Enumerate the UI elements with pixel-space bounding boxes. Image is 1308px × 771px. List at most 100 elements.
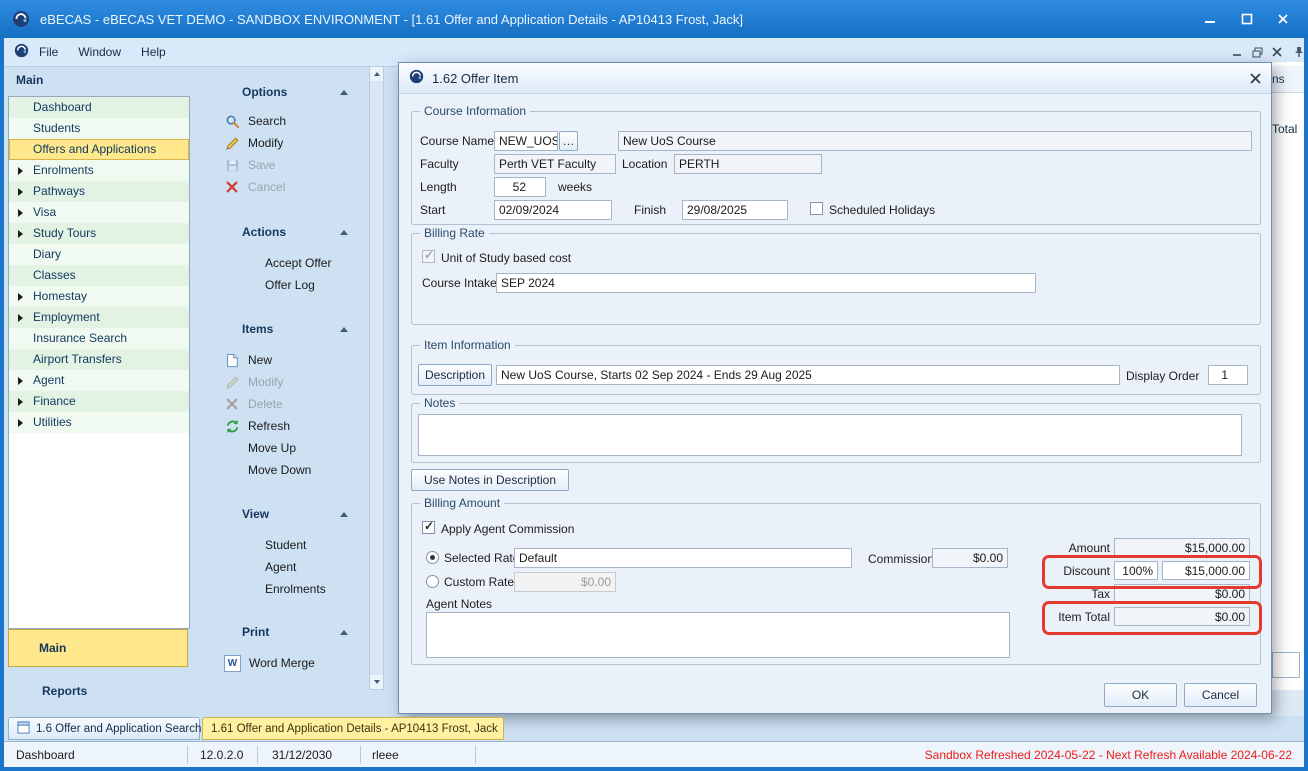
menu-help[interactable]: Help — [131, 41, 176, 63]
description-input[interactable]: New UoS Course, Starts 02 Sep 2024 - End… — [496, 365, 1120, 385]
cancel-button[interactable]: Cancel — [1184, 683, 1257, 707]
billing-amount-legend: Billing Amount — [420, 496, 504, 511]
course-intake-combo[interactable]: SEP 2024 — [496, 273, 1036, 293]
view-student-button[interactable]: Student — [265, 536, 306, 554]
status-section: Dashboard — [16, 742, 75, 768]
collapse-icon[interactable] — [340, 630, 348, 635]
sidebar-item-label: Classes — [33, 268, 76, 282]
start-date-combo[interactable]: 02/09/2024 — [494, 200, 612, 220]
course-information-legend: Course Information — [420, 104, 530, 119]
sidebar-item-finance[interactable]: Finance — [9, 391, 189, 412]
course-information-group: Course Information Course Name NEW_UOS …… — [411, 111, 1261, 225]
item-new-button[interactable]: New — [224, 351, 272, 369]
modify-button[interactable]: Modify — [224, 134, 283, 152]
sidebar-item-dashboard[interactable]: Dashboard — [9, 97, 189, 118]
item-refresh-button[interactable]: Refresh — [224, 417, 290, 435]
tool-panel-scrollbar[interactable] — [369, 66, 384, 690]
custom-rate-radio[interactable] — [426, 575, 439, 588]
collapse-icon[interactable] — [340, 327, 348, 332]
accept-offer-button[interactable]: Accept Offer — [265, 254, 331, 272]
faculty-display: Perth VET Faculty — [494, 154, 616, 174]
scroll-down-icon[interactable] — [370, 675, 383, 689]
search-icon — [224, 113, 240, 129]
view-agent-button[interactable]: Agent — [265, 558, 296, 576]
dialog-close-icon[interactable] — [1250, 73, 1261, 84]
sidebar-item-study-tours[interactable]: Study Tours — [9, 223, 189, 244]
sidebar-item-label: Offers and Applications — [33, 142, 156, 156]
move-up-button[interactable]: Move Up — [248, 439, 296, 457]
search-button[interactable]: Search — [224, 112, 286, 130]
menu-file[interactable]: File — [29, 41, 68, 63]
menu-window[interactable]: Window — [68, 41, 131, 63]
expand-icon — [18, 314, 23, 322]
refresh-icon — [224, 418, 240, 434]
course-browse-button[interactable]: … — [559, 131, 578, 151]
sidebar-item-employment[interactable]: Employment — [9, 307, 189, 328]
save-icon — [224, 157, 240, 173]
background-total-column-header: Total — [1272, 122, 1297, 136]
sidebar-item-airport-transfers[interactable]: Airport Transfers — [9, 349, 189, 370]
tab-offer-and-application-details[interactable]: 1.61 Offer and Application Details - AP1… — [202, 717, 504, 740]
view-enrolments-button[interactable]: Enrolments — [265, 580, 326, 598]
ok-button[interactable]: OK — [1104, 683, 1177, 707]
sidebar-item-offers-and-applications[interactable]: Offers and Applications — [9, 139, 189, 160]
scheduled-holidays-checkbox[interactable] — [810, 202, 823, 215]
sidebar-item-utilities[interactable]: Utilities — [9, 412, 189, 433]
discount-percent-input[interactable]: 100% — [1114, 561, 1158, 580]
offer-log-button[interactable]: Offer Log — [265, 276, 315, 294]
finish-date-combo: 29/08/2025 — [682, 200, 788, 220]
scroll-up-icon[interactable] — [370, 67, 383, 81]
collapse-icon[interactable] — [340, 90, 348, 95]
sidebar-item-enrolments[interactable]: Enrolments — [9, 160, 189, 181]
sidebar-item-pathways[interactable]: Pathways — [9, 181, 189, 202]
word-merge-button[interactable]: W Word Merge — [224, 654, 315, 672]
description-button[interactable]: Description — [418, 364, 492, 386]
window-maximize-button[interactable] — [1230, 6, 1264, 32]
discount-amount-input[interactable]: $15,000.00 — [1162, 561, 1250, 580]
sidebar-item-classes[interactable]: Classes — [9, 265, 189, 286]
collapse-icon[interactable] — [340, 230, 348, 235]
status-sandbox-note: Sandbox Refreshed 2024-05-22 - Next Refr… — [925, 742, 1292, 768]
display-order-stepper[interactable]: 1 — [1208, 365, 1248, 385]
offer-item-dialog: 1.62 Offer Item Course Information Cours… — [398, 62, 1272, 714]
delete-icon — [224, 396, 240, 412]
section-actions[interactable]: Actions — [242, 224, 348, 240]
search-label: Search — [248, 114, 286, 128]
sidebar-item-students[interactable]: Students — [9, 118, 189, 139]
mdi-minimize-button[interactable] — [1228, 44, 1246, 60]
selected-rate-combo[interactable]: Default — [514, 548, 852, 568]
tab-label: 1.61 Offer and Application Details - AP1… — [211, 723, 498, 735]
course-name-input[interactable]: NEW_UOS — [494, 131, 558, 151]
agent-notes-textarea[interactable] — [426, 612, 1010, 658]
use-notes-in-description-button[interactable]: Use Notes in Description — [411, 469, 569, 491]
move-down-button[interactable]: Move Down — [248, 461, 311, 479]
section-options[interactable]: Options — [242, 84, 348, 100]
selected-rate-radio[interactable] — [426, 551, 439, 564]
apply-agent-commission-checkbox[interactable] — [422, 521, 435, 534]
sidebar-item-diary[interactable]: Diary — [9, 244, 189, 265]
sidebar-item-insurance-search[interactable]: Insurance Search — [9, 328, 189, 349]
sidebar-item-label: Diary — [33, 247, 61, 261]
window-minimize-button[interactable] — [1193, 6, 1227, 32]
section-items[interactable]: Items — [242, 321, 348, 337]
sidebar-item-agent[interactable]: Agent — [9, 370, 189, 391]
status-separator — [360, 746, 361, 764]
nav-group-reports[interactable]: Reports — [8, 676, 188, 706]
collapse-icon[interactable] — [340, 512, 348, 517]
section-options-title: Options — [242, 85, 287, 99]
sidebar-item-homestay[interactable]: Homestay — [9, 286, 189, 307]
section-view[interactable]: View — [242, 506, 348, 522]
background-field-fragment — [1272, 652, 1300, 678]
section-print[interactable]: Print — [242, 624, 348, 640]
window-close-button[interactable] — [1266, 6, 1300, 32]
length-stepper[interactable]: 52 — [494, 177, 546, 197]
mdi-restore-button[interactable] — [1248, 44, 1266, 60]
notes-textarea[interactable] — [418, 414, 1242, 456]
mdi-close-button[interactable] — [1268, 44, 1286, 60]
expand-icon — [18, 167, 23, 175]
nav-group-main[interactable]: Main — [8, 629, 188, 667]
tab-offer-and-application-search[interactable]: 1.6 Offer and Application Search — [8, 717, 200, 740]
sidebar-item-visa[interactable]: Visa — [9, 202, 189, 223]
unit-of-study-label: Unit of Study based cost — [441, 251, 571, 265]
tab-label: 1.6 Offer and Application Search — [36, 723, 201, 735]
